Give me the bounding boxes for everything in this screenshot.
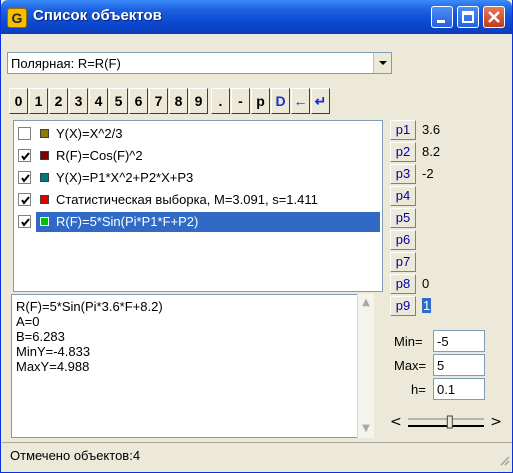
key-8[interactable]: 8 — [169, 88, 188, 114]
color-swatch — [40, 195, 49, 204]
key-enter[interactable]: ↵ — [311, 88, 330, 114]
param-p1-value[interactable]: 3.6 — [422, 122, 440, 137]
object-label: Y(X)=X^2/3 — [56, 126, 123, 141]
close-button[interactable] — [483, 6, 505, 28]
status-bar: Отмечено объектов:4 — [2, 442, 512, 468]
scroll-up-arrow-icon[interactable]: ▲ — [359, 296, 373, 310]
param-p9-value[interactable]: 1 — [422, 298, 432, 313]
scroll-down-arrow-icon[interactable]: ▼ — [359, 422, 373, 436]
param-p3-value[interactable]: -2 — [422, 166, 434, 181]
list-item-selected[interactable]: R(F)=5*Sin(Pi*P1*F+P2) — [18, 212, 380, 232]
info-line: MinY=-4.833 — [16, 344, 91, 359]
checkmark-icon — [21, 152, 30, 161]
checkmark-icon — [21, 196, 30, 205]
object-label: R(F)=Cos(F)^2 — [56, 148, 143, 163]
param-p8-value[interactable]: 0 — [422, 276, 429, 291]
key-7[interactable]: 7 — [149, 88, 168, 114]
list-item[interactable]: R(F)=Cos(F)^2 — [18, 146, 380, 166]
info-line: R(F)=5*Sin(Pi*3.6*F+8.2) — [16, 299, 163, 314]
checkmark-icon — [21, 218, 30, 227]
key-p[interactable]: p — [251, 88, 270, 114]
app-icon: G — [7, 8, 27, 28]
checkbox[interactable] — [18, 127, 31, 140]
param-p7-label[interactable]: p7 — [390, 252, 416, 272]
list-item[interactable]: Y(X)=X^2/3 — [18, 124, 380, 144]
h-input[interactable] — [433, 378, 485, 400]
resize-grip-icon[interactable] — [498, 454, 510, 466]
key-6[interactable]: 6 — [129, 88, 148, 114]
key-2[interactable]: 2 — [49, 88, 68, 114]
info-line: MaxY=4.988 — [16, 359, 90, 374]
info-box[interactable]: R(F)=5*Sin(Pi*3.6*F+8.2) A=0 B=6.283 Min… — [11, 294, 373, 438]
slider-thumb — [446, 415, 453, 429]
checkbox[interactable] — [18, 215, 31, 228]
key-3[interactable]: 3 — [69, 88, 88, 114]
key-d[interactable]: D — [271, 88, 290, 114]
key-minus[interactable]: - — [231, 88, 250, 114]
min-label: Min= — [394, 334, 423, 349]
list-item[interactable]: Y(X)=P1*X^2+P2*X+P3 — [18, 168, 380, 188]
max-input[interactable] — [433, 354, 485, 376]
key-5[interactable]: 5 — [109, 88, 128, 114]
param-p2-value[interactable]: 8.2 — [422, 144, 440, 159]
value-slider[interactable]: < > — [390, 412, 502, 434]
max-label: Max= — [394, 358, 427, 373]
param-p2-label[interactable]: p2 — [390, 142, 416, 162]
color-swatch — [40, 129, 49, 138]
minimize-button[interactable] — [431, 6, 453, 28]
param-p4-label[interactable]: p4 — [390, 186, 416, 206]
info-line: A=0 — [16, 314, 40, 329]
param-p8-label[interactable]: p8 — [390, 274, 416, 294]
slider-track[interactable] — [390, 412, 502, 434]
checkmark-icon — [21, 174, 30, 183]
chevron-down-icon — [379, 61, 387, 65]
dropdown-button[interactable] — [373, 53, 391, 73]
min-input[interactable] — [433, 330, 485, 352]
mode-select[interactable]: Полярная: R=R(F) — [7, 52, 392, 74]
param-p5-label[interactable]: p5 — [390, 208, 416, 228]
key-backspace[interactable]: ← — [291, 88, 310, 114]
key-4[interactable]: 4 — [89, 88, 108, 114]
param-p9-label[interactable]: p9 — [390, 296, 416, 316]
h-label: h= — [411, 382, 426, 397]
info-scrollbar[interactable]: ▲ ▼ — [357, 294, 374, 438]
objects-list[interactable]: Y(X)=X^2/3 R(F)=Cos(F)^2 Y(X)=P1*X^2+P2*… — [13, 120, 383, 292]
object-label: R(F)=5*Sin(Pi*P1*F+P2) — [56, 214, 199, 229]
list-item[interactable]: Статистическая выборка, M=3.091, s=1.411 — [18, 190, 380, 210]
param-p1-label[interactable]: p1 — [390, 120, 416, 140]
checkbox[interactable] — [18, 171, 31, 184]
key-9[interactable]: 9 — [189, 88, 208, 114]
maximize-button[interactable] — [457, 6, 479, 28]
checkbox[interactable] — [18, 149, 31, 162]
title-bar[interactable]: G Список объектов — [1, 0, 512, 34]
info-line: B=6.283 — [16, 329, 65, 344]
color-swatch — [40, 151, 49, 160]
color-swatch — [40, 217, 49, 226]
checkbox[interactable] — [18, 193, 31, 206]
param-p6-label[interactable]: p6 — [390, 230, 416, 250]
key-dot[interactable]: . — [211, 88, 230, 114]
key-0[interactable]: 0 — [9, 88, 28, 114]
window-title: Список объектов — [33, 7, 162, 24]
parameters-panel: p1 3.6 p2 8.2 p3 -2 p4 p5 p6 p7 p8 0 p9 … — [390, 120, 508, 320]
key-1[interactable]: 1 — [29, 88, 48, 114]
status-text: Отмечено объектов:4 — [10, 448, 141, 463]
object-label: Статистическая выборка, M=3.091, s=1.411 — [56, 192, 318, 207]
objects-window: G Список объектов Полярная: R=R(F) 0 1 2… — [0, 0, 513, 473]
mode-select-value: Полярная: R=R(F) — [11, 56, 121, 71]
object-label: Y(X)=P1*X^2+P2*X+P3 — [56, 170, 194, 185]
color-swatch — [40, 173, 49, 182]
param-p3-label[interactable]: p3 — [390, 164, 416, 184]
